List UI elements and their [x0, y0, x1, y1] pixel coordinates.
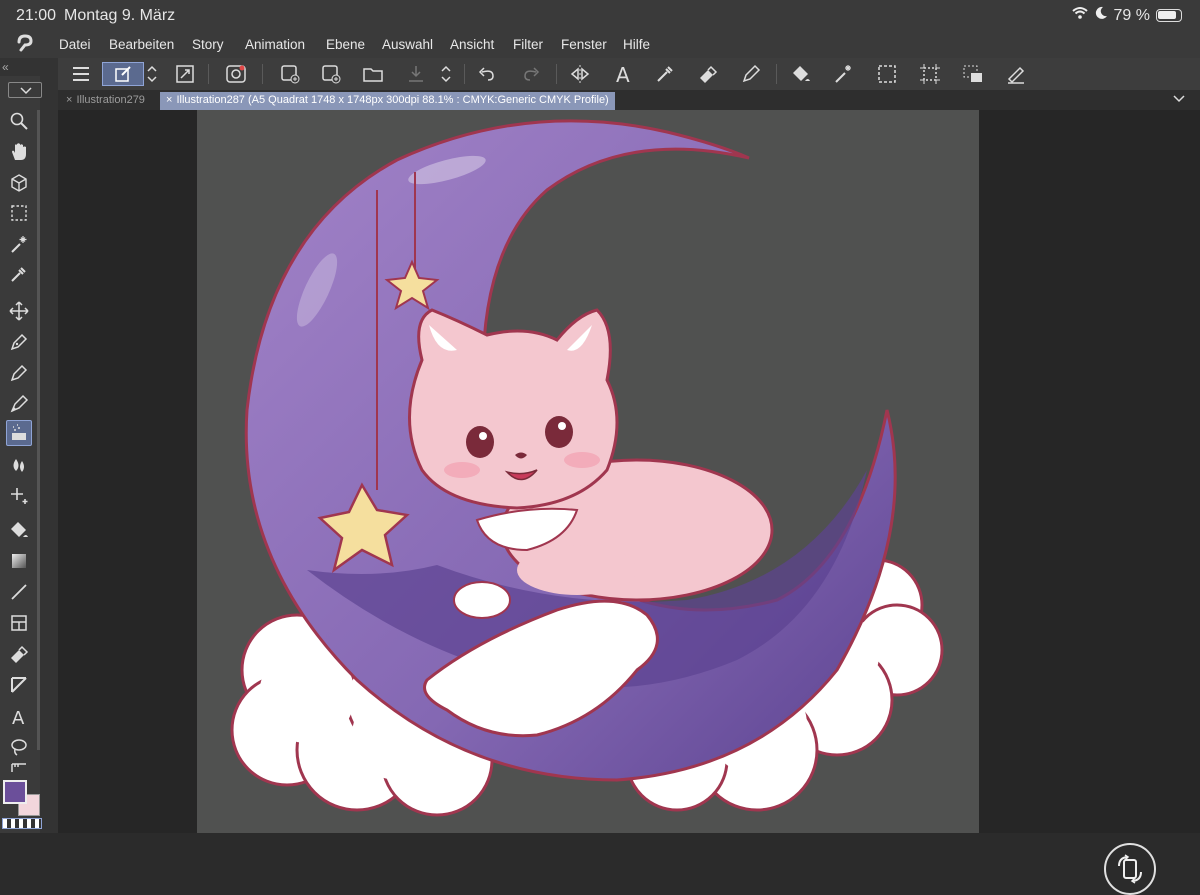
save-icon — [403, 62, 429, 86]
magic-wand-icon[interactable] — [6, 231, 32, 257]
canvas[interactable] — [197, 110, 979, 833]
menu-animation[interactable]: Animation — [245, 37, 305, 52]
status-time: 21:00 — [16, 7, 57, 24]
menu-datei[interactable]: Datei — [59, 37, 91, 52]
rotate-icon — [1118, 854, 1142, 884]
pen-icon[interactable] — [6, 329, 32, 355]
new-layer-icon[interactable] — [277, 62, 303, 86]
tool-palette: A — [0, 76, 42, 833]
document-tabs: × Illustration279 × Illustration287 (A5 Qu… — [58, 90, 1200, 110]
gradient-icon[interactable] — [6, 548, 32, 574]
flip-icon[interactable] — [567, 62, 593, 86]
frame-icon[interactable] — [6, 610, 32, 636]
tool-palette-dropdown[interactable] — [8, 82, 42, 98]
cursor-select-icon[interactable] — [102, 62, 144, 86]
open-folder-icon[interactable] — [360, 62, 386, 86]
close-icon[interactable]: × — [66, 94, 72, 106]
menu-story[interactable]: Story — [192, 37, 224, 52]
rect-select-icon[interactable] — [6, 200, 32, 226]
3d-icon[interactable] — [6, 170, 32, 196]
toolbar-separator — [208, 64, 209, 84]
undo-icon[interactable] — [474, 62, 500, 86]
move-icon[interactable] — [6, 298, 32, 324]
svg-text:A: A — [616, 63, 630, 85]
transform-icon[interactable] — [172, 62, 198, 86]
pencil-icon[interactable] — [6, 360, 32, 386]
stepper-icon[interactable] — [144, 62, 160, 86]
status-indicators: 79 % — [1071, 6, 1182, 25]
hand-icon[interactable] — [6, 139, 32, 165]
menu-hilfe[interactable]: Hilfe — [623, 37, 650, 52]
magic-wand-icon[interactable] — [831, 62, 857, 86]
menu-ansicht[interactable]: Ansicht — [450, 37, 494, 52]
menu-ebene[interactable]: Ebene — [326, 37, 365, 52]
fill-icon[interactable] — [6, 517, 32, 543]
close-icon[interactable]: × — [166, 94, 172, 106]
redo-icon — [518, 62, 544, 86]
tab-illustration287[interactable]: × Illustration287 (A5 Quadrat 1748 x 1748… — [160, 92, 615, 110]
tab-illustration279[interactable]: × Illustration279 — [60, 92, 151, 110]
menu-filter[interactable]: Filter — [513, 37, 543, 52]
toolbar-separator — [262, 64, 263, 84]
text-icon[interactable]: A — [610, 62, 636, 86]
zoom-icon[interactable] — [6, 108, 32, 134]
lasso-icon[interactable] — [6, 734, 32, 760]
canvas-area[interactable] — [58, 110, 1200, 895]
command-bar: A — [58, 58, 1200, 90]
crop-icon[interactable] — [917, 62, 943, 86]
selection-layer-icon[interactable] — [960, 62, 986, 86]
eyedropper-icon[interactable] — [652, 62, 678, 86]
eyedropper-icon[interactable] — [6, 261, 32, 287]
correction-icon[interactable] — [6, 672, 32, 698]
collapse-left-icon[interactable]: « — [2, 60, 9, 74]
decoration-icon[interactable] — [6, 482, 32, 508]
airbrush-icon[interactable] — [6, 420, 32, 446]
menu-bar: Datei Bearbeiten Story Animation Ebene A… — [0, 32, 1200, 58]
fill-icon[interactable] — [788, 62, 814, 86]
toolbar-separator — [464, 64, 465, 84]
toolbar-separator — [556, 64, 557, 84]
rotate-screen-button[interactable] — [1104, 843, 1156, 895]
chevron-down-icon[interactable] — [1172, 92, 1186, 109]
svg-text:A: A — [12, 708, 25, 726]
transparent-color-swatch[interactable] — [2, 818, 42, 829]
recording-icon[interactable] — [223, 62, 249, 86]
pencil-edit-icon[interactable] — [1003, 62, 1029, 86]
menu-auswahl[interactable]: Auswahl — [382, 37, 433, 52]
text-icon[interactable]: A — [6, 703, 32, 729]
tool-palette-scrollbar[interactable] — [37, 110, 40, 750]
menu-icon[interactable] — [68, 62, 94, 86]
eraser-icon[interactable] — [695, 62, 721, 86]
menu-fenster[interactable]: Fenster — [561, 37, 607, 52]
brush-icon[interactable] — [6, 391, 32, 417]
illustration-artwork — [230, 119, 944, 817]
line-icon[interactable] — [6, 579, 32, 605]
rect-select-icon[interactable] — [874, 62, 900, 86]
main-color-swatch[interactable] — [3, 780, 27, 804]
toolbar-separator — [776, 64, 777, 84]
tab-label: Illustration279 — [76, 94, 145, 106]
blend-icon[interactable] — [6, 452, 32, 478]
moon-icon — [1094, 6, 1108, 25]
status-date: Montag 9. März — [64, 7, 176, 24]
tab-label: Illustration287 (A5 Quadrat 1748 x 1748p… — [176, 94, 609, 106]
wifi-icon — [1071, 6, 1088, 25]
stepper-icon[interactable] — [438, 62, 454, 86]
app-logo-icon[interactable] — [14, 33, 38, 55]
battery-percentage: 79 % — [1113, 6, 1150, 24]
eraser-icon[interactable] — [6, 641, 32, 667]
pen-icon[interactable] — [738, 62, 764, 86]
ruler-icon[interactable] — [6, 761, 32, 775]
new-vector-layer-icon[interactable] — [318, 62, 344, 86]
color-swatches — [2, 780, 42, 830]
menu-bearbeiten[interactable]: Bearbeiten — [109, 37, 174, 52]
battery-icon — [1156, 9, 1182, 22]
status-bar: 21:00 Montag 9. März 79 % — [0, 0, 1200, 32]
